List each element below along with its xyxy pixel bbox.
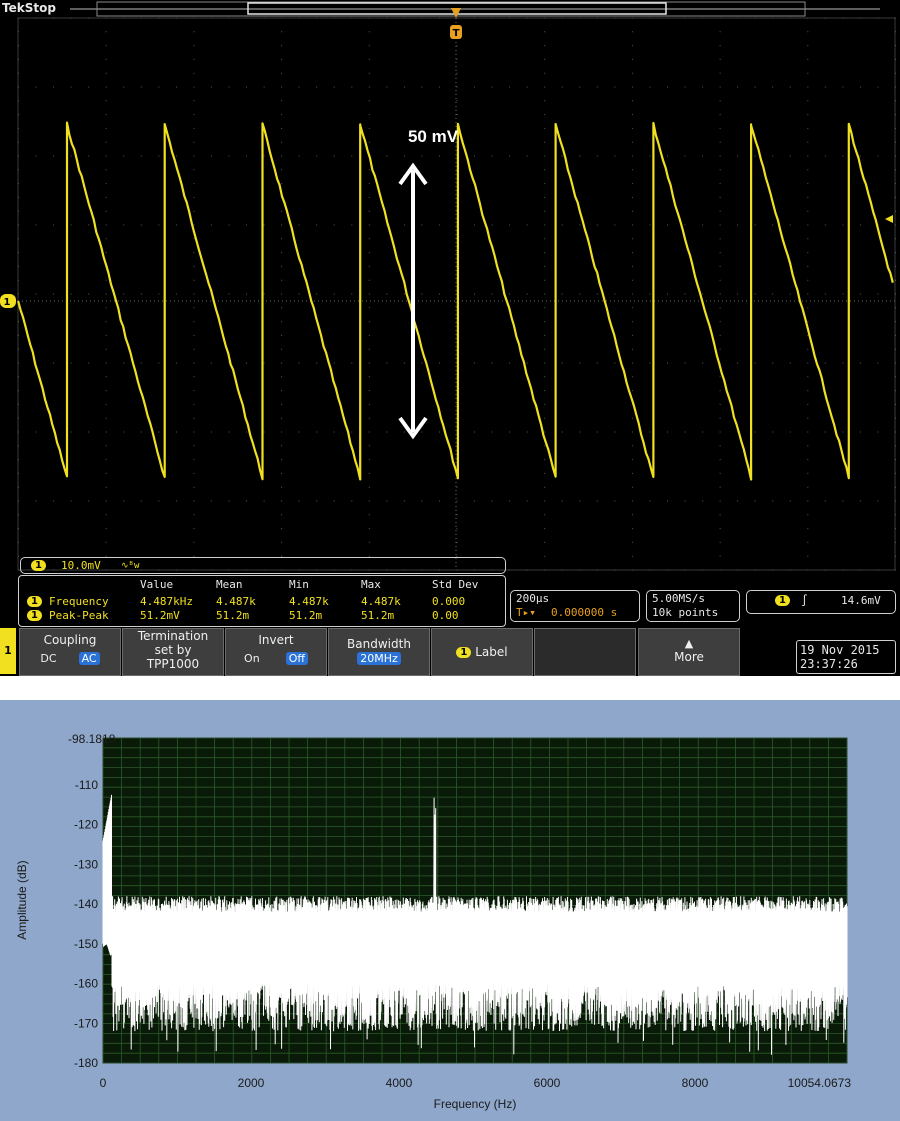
meas-row1-max: 4.487k xyxy=(361,595,401,608)
y-tick-label: -150 xyxy=(74,937,98,951)
amplitude-annotation: 50 mV xyxy=(408,127,459,146)
coupling-ac[interactable]: AC xyxy=(78,652,100,665)
trigger-readout[interactable]: 1 ∫ 14.6mV xyxy=(746,590,896,614)
x-tick-labels: 0 2000 4000 6000 8000 10054.0673 xyxy=(100,1076,852,1090)
invert-title: Invert xyxy=(258,633,294,647)
trigger-marker-text: T xyxy=(453,28,460,39)
x-tick-label: 2000 xyxy=(238,1076,265,1090)
meas-row1-name: Frequency xyxy=(49,595,109,608)
bandwidth-value: 20MHz xyxy=(357,652,401,665)
y-tick-label: -120 xyxy=(74,818,98,832)
col-header-min: Min xyxy=(289,578,309,591)
y-tick-label: -130 xyxy=(74,857,98,871)
termination-line3: TPP1000 xyxy=(146,657,200,671)
coupling-dc[interactable]: DC xyxy=(40,652,56,665)
col-header-mean: Mean xyxy=(216,578,243,591)
meas-row1-min: 4.487k xyxy=(289,595,329,608)
ch1-scale-readout[interactable]: 1 10.0mV ∿ᴮw xyxy=(20,557,506,574)
label-badge: 1 xyxy=(456,647,472,658)
x-tick-label: 4000 xyxy=(386,1076,413,1090)
termination-line1: Termination xyxy=(137,629,209,643)
time-per-div: 200µs xyxy=(516,592,550,605)
col-header-value: Value xyxy=(140,578,174,591)
meas-row1-stddev: 0.000 xyxy=(432,595,466,608)
trigger-pos-icon: T▸▾ xyxy=(516,606,536,619)
y-top-label: -98.1818 xyxy=(68,732,116,746)
meas-row1-mean: 4.487k xyxy=(216,595,256,608)
ch1-scale: 10.0mV xyxy=(61,559,101,572)
x-tick-label: 8000 xyxy=(682,1076,709,1090)
sample-rate: 5.00MS/s xyxy=(652,592,705,605)
meas-row2-max: 51.2m xyxy=(361,609,395,622)
label-text: Label xyxy=(475,645,508,659)
spectrum-panel: -110 -120 -130 -140 -150 -160 -170 -180 0 2000 40… xyxy=(0,700,900,1121)
oscilloscope-screen: TekStop T 1 50 mV 1 10.0mV ∿ᴮw Value Mea… xyxy=(0,0,900,676)
col-header-max: Max xyxy=(361,578,381,591)
termination-softkey[interactable]: Termination set by TPP1000 xyxy=(122,628,224,676)
y-tick-label: -160 xyxy=(74,977,98,991)
ch1-bw-limit-icon: ∿ᴮw xyxy=(121,561,140,571)
y-tick-label: -110 xyxy=(75,778,98,792)
time: 23:37:26 xyxy=(800,657,858,671)
trigger-level: 14.6mV xyxy=(841,594,881,607)
blank-softkey xyxy=(534,628,636,676)
ch1-waveform xyxy=(17,121,894,481)
trigger-pos-value: 0.000000 s xyxy=(551,606,618,619)
y-tick-label: -170 xyxy=(74,1016,98,1030)
y-tick-label: -140 xyxy=(74,897,98,911)
x-tick-label: 6000 xyxy=(534,1076,561,1090)
y-axis-label: Amplitude (dB) xyxy=(15,860,29,939)
measurement-table[interactable]: Value Mean Min Max Std Dev 1 Frequency 4… xyxy=(18,575,506,627)
more-text: More xyxy=(674,650,704,664)
record-length: 10k points xyxy=(652,606,719,619)
meas-row2-value: 51.2mV xyxy=(140,609,180,622)
meas-row2-mean: 51.2m xyxy=(216,609,250,622)
menu-channel-tab[interactable]: 1 xyxy=(0,628,16,674)
meas-row2-stddev: 0.00 xyxy=(432,609,459,622)
sample-rate-readout[interactable]: 5.00MS/s 10k points xyxy=(646,590,740,622)
label-softkey[interactable]: 1 Label xyxy=(431,628,533,676)
invert-softkey[interactable]: Invert On Off xyxy=(225,628,327,676)
ch1-ground-label: 1 xyxy=(4,297,11,308)
date: 19 Nov 2015 xyxy=(800,643,880,657)
x-axis-label: Frequency (Hz) xyxy=(434,1097,517,1111)
datetime-readout: 19 Nov 2015 23:37:26 xyxy=(796,640,896,674)
meas-row2-min: 51.2m xyxy=(289,609,323,622)
trigger-source-badge: 1 xyxy=(775,595,790,606)
invert-on[interactable]: On xyxy=(244,652,260,665)
col-header-stddev: Std Dev xyxy=(432,578,479,591)
invert-off[interactable]: Off xyxy=(285,652,308,665)
meas-row2-badge: 1 xyxy=(27,610,42,621)
x-tick-label: 0 xyxy=(100,1076,107,1090)
bandwidth-title: Bandwidth xyxy=(347,637,411,651)
more-softkey[interactable]: ▲ More xyxy=(638,628,740,676)
more-arrow-icon: ▲ xyxy=(684,637,694,650)
coupling-title: Coupling xyxy=(43,633,97,647)
meas-row2-name: Peak-Peak xyxy=(49,609,109,622)
bandwidth-softkey[interactable]: Bandwidth 20MHz xyxy=(328,628,430,676)
spectrum-chart: -110 -120 -130 -140 -150 -160 -170 -180 0 2000 40… xyxy=(15,732,852,1111)
meas-row1-badge: 1 xyxy=(27,596,42,607)
trigger-level-icon[interactable] xyxy=(885,215,893,223)
meas-row1-value: 4.487kHz xyxy=(140,595,193,608)
y-tick-labels: -110 -120 -130 -140 -150 -160 -170 -180 xyxy=(74,778,98,1070)
y-tick-label: -180 xyxy=(74,1056,98,1070)
coupling-softkey[interactable]: Coupling DC AC xyxy=(19,628,121,676)
ch1-badge: 1 xyxy=(31,560,46,571)
termination-line2: set by xyxy=(154,643,192,657)
timebase-readout[interactable]: 200µs T▸▾ 0.000000 s xyxy=(510,590,640,622)
x-tick-label: 10054.0673 xyxy=(788,1076,852,1090)
rising-edge-icon: ∫ xyxy=(801,594,808,607)
